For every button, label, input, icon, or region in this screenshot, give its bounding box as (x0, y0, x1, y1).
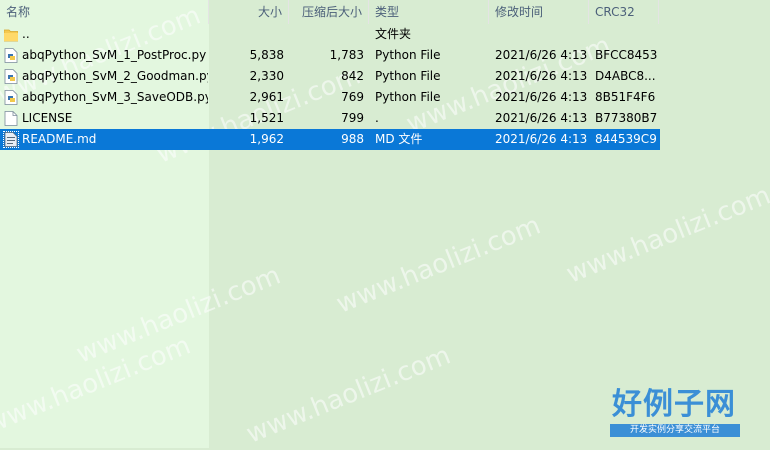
file-type: Python File (375, 48, 441, 62)
file-size: 1,962 (249, 132, 284, 146)
column-header-modified[interactable]: 修改时间 (489, 0, 589, 24)
file-compressed-size: 842 (341, 69, 364, 83)
blank-file-icon (4, 111, 18, 126)
file-crc: 8B51F4F6 (595, 90, 656, 104)
file-row[interactable]: abqPython_SvM_3_SaveODB.py 2,961 769 Pyt… (0, 87, 660, 108)
file-name: README.md (22, 132, 97, 146)
file-crc: BFCC8453 (595, 48, 658, 62)
md-file-icon (3, 131, 19, 148)
file-modified: 2021/6/26 4:13 (495, 69, 587, 83)
file-row-selected[interactable]: README.md 1,962 988 MD 文件 2021/6/26 4:13… (0, 129, 660, 150)
file-crc (595, 24, 659, 45)
file-modified: 2021/6/26 4:13 (495, 48, 587, 62)
file-modified (495, 24, 587, 45)
file-compressed-size: 1,783 (329, 48, 364, 62)
file-row[interactable]: .. 文件夹 (0, 24, 660, 45)
column-header-name[interactable]: 名称 (0, 0, 209, 24)
file-crc: D4ABC8... (595, 69, 656, 83)
python-file-icon (4, 48, 18, 63)
file-name: abqPython_SvM_3_SaveODB.py (22, 90, 208, 104)
file-name: abqPython_SvM_1_PostProc.py (22, 48, 207, 62)
file-size: 2,961 (249, 90, 284, 104)
python-file-icon (4, 90, 18, 105)
logo-title: 好例子网 (612, 387, 736, 422)
folder-icon (4, 29, 18, 42)
file-row[interactable]: abqPython_SvM_1_PostProc.py 5,838 1,783 … (0, 45, 660, 66)
file-compressed-size: 799 (341, 111, 364, 125)
logo-subtitle: 开发实例分享交流平台 (610, 424, 740, 437)
file-compressed-size (290, 24, 364, 45)
file-crc: 844539C9 (595, 132, 657, 146)
file-size: 1,521 (249, 111, 284, 125)
file-name: abqPython_SvM_2_Goodman.py (22, 69, 208, 83)
column-header-compressed-size[interactable]: 压缩后大小 (289, 0, 369, 24)
file-compressed-size: 988 (341, 132, 364, 146)
column-header-bar: ^ 名称 大小 压缩后大小 类型 修改时间 CRC32 (0, 0, 770, 24)
file-type: . (375, 111, 379, 125)
file-modified: 2021/6/26 4:13 (495, 111, 587, 125)
column-header-type[interactable]: 类型 (369, 0, 489, 24)
file-type: 文件夹 (375, 27, 412, 41)
python-file-icon (4, 69, 18, 84)
file-modified: 2021/6/26 4:13 (495, 90, 587, 104)
file-type: Python File (375, 90, 441, 104)
file-size: 5,838 (249, 48, 284, 62)
file-crc: B77380B7 (595, 111, 658, 125)
column-header-crc32[interactable]: CRC32 (589, 0, 659, 24)
file-type: MD 文件 (375, 132, 423, 146)
file-size: 2,330 (249, 69, 284, 83)
file-name: .. (22, 27, 30, 41)
file-name: LICENSE (22, 111, 73, 125)
file-row[interactable]: abqPython_SvM_2_Goodman.py 2,330 842 Pyt… (0, 66, 660, 87)
file-size (210, 24, 284, 45)
file-type: Python File (375, 69, 441, 83)
column-header-size[interactable]: 大小 (209, 0, 289, 24)
file-compressed-size: 769 (341, 90, 364, 104)
file-modified: 2021/6/26 4:13 (495, 132, 587, 146)
file-row[interactable]: LICENSE 1,521 799 . 2021/6/26 4:13 B7738… (0, 108, 660, 129)
site-logo: 好例子网 开发实例分享交流平台 (610, 388, 740, 440)
